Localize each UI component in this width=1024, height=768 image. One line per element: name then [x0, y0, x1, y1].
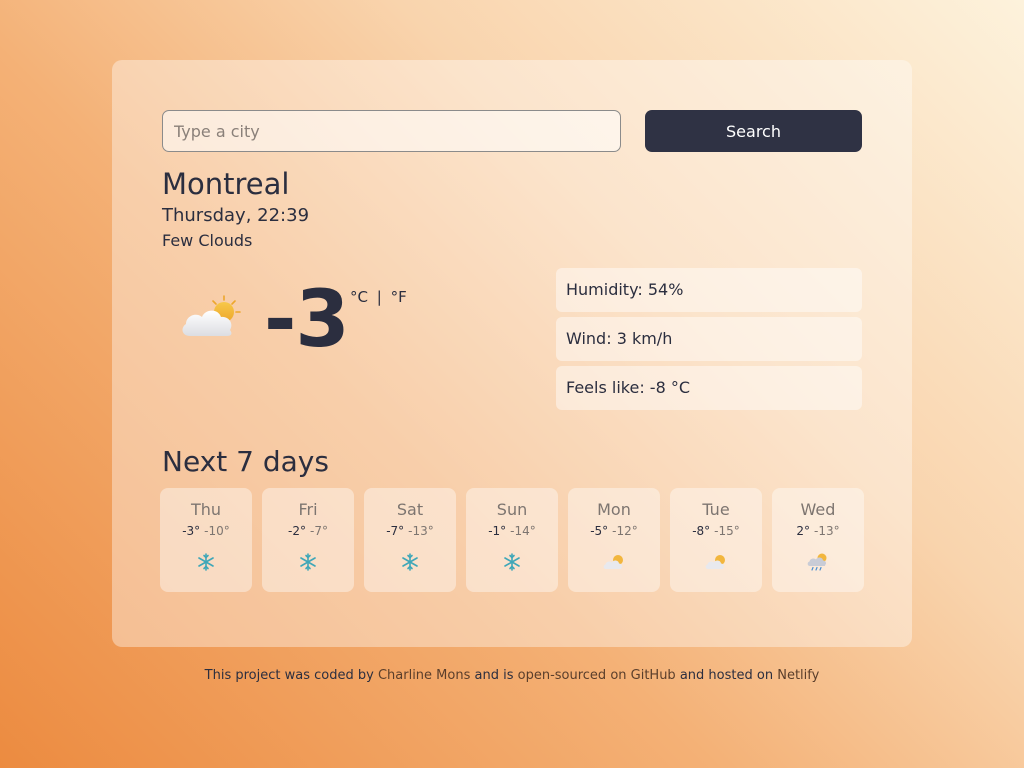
forecast-min-temp: -12° [612, 524, 638, 538]
forecast-max-temp: -1° [488, 524, 507, 538]
forecast-min-temp: -7° [310, 524, 328, 538]
forecast-day: Tue -8° -15° [670, 488, 762, 592]
forecast-day-temps: -7° -13° [364, 524, 456, 538]
fahrenheit-unit-link[interactable]: °F [391, 288, 407, 306]
forecast-day-name: Mon [597, 500, 631, 519]
forecast-title: Next 7 days [162, 445, 329, 478]
snowflake-icon [198, 553, 214, 571]
current-datetime: Thursday, 22:39 [162, 205, 310, 226]
forecast-day-temps: 2° -13° [772, 524, 864, 538]
forecast-day-name: Fri [298, 500, 318, 519]
current-temperature-value: -3 [264, 275, 350, 365]
forecast-day-name: Sat [396, 500, 424, 519]
forecast-day: Sat -7° -13° [364, 488, 456, 592]
humidity-stat: Humidity: 54% [556, 268, 862, 312]
forecast-min-temp: -15° [714, 524, 740, 538]
forecast-max-temp: -3° [182, 524, 201, 538]
forecast-day: Thu -3° -10° [160, 488, 252, 592]
forecast-max-temp: -7° [386, 524, 405, 538]
github-source-link[interactable]: open-sourced on GitHub [518, 668, 676, 683]
forecast-max-temp: 2° [796, 524, 811, 538]
city-search-input[interactable] [162, 110, 621, 152]
forecast-day: Fri -2° -7° [262, 488, 354, 592]
celsius-unit-link[interactable]: °C [350, 288, 368, 306]
footer-text: and hosted on [679, 668, 774, 683]
city-name: Montreal [162, 167, 290, 201]
unit-toggle: °C | °F [350, 288, 407, 306]
netlify-link[interactable]: Netlify [777, 668, 819, 683]
partly-cloudy-night-icon [182, 295, 241, 336]
forecast-day-temps: -1° -14° [466, 524, 558, 538]
weather-description: Few Clouds [162, 231, 253, 250]
forecast-day-name: Wed [800, 500, 836, 519]
forecast-day-name: Tue [702, 500, 730, 519]
forecast-list: Thu -3° -10° Fri -2° -7° Sat -7° -13° Su… [160, 488, 866, 592]
forecast-day-temps: -5° -12° [568, 524, 660, 538]
unit-separator: | [376, 288, 382, 306]
forecast-day-name: Thu [190, 500, 222, 519]
forecast-day: Mon -5° -12° [568, 488, 660, 592]
current-temperature-block: -3 °C | °F [180, 275, 480, 365]
forecast-min-temp: -14° [510, 524, 536, 538]
partly-cloudy-icon [705, 555, 725, 569]
weather-stats: Humidity: 54% Wind: 3 km/h Feels like: -… [556, 268, 862, 415]
author-link[interactable]: Charline Mons [378, 668, 470, 683]
forecast-day-temps: -8° -15° [670, 524, 762, 538]
footer-text: and is [474, 668, 514, 683]
footer-text: This project was coded by [204, 668, 374, 683]
partly-cloudy-icon [603, 555, 623, 569]
rain-sun-icon [807, 553, 827, 571]
feels-like-stat: Feels like: -8 °C [556, 366, 862, 410]
forecast-day-temps: -3° -10° [160, 524, 252, 538]
search-form: Search [162, 110, 862, 152]
forecast-max-temp: -5° [590, 524, 609, 538]
forecast-day-temps: -2° -7° [262, 524, 354, 538]
forecast-min-temp: -10° [204, 524, 230, 538]
forecast-day-name: Sun [496, 500, 528, 519]
snowflake-icon [402, 553, 418, 571]
search-button[interactable]: Search [645, 110, 862, 152]
forecast-max-temp: -8° [692, 524, 711, 538]
snowflake-icon [504, 553, 520, 571]
forecast-day: Sun -1° -14° [466, 488, 558, 592]
wind-stat: Wind: 3 km/h [556, 317, 862, 361]
weather-card: Search Montreal Thursday, 22:39 Few Clou… [112, 60, 912, 647]
footer: This project was coded by Charline Mons … [0, 668, 1024, 683]
forecast-max-temp: -2° [288, 524, 306, 538]
forecast-min-temp: -13° [814, 524, 840, 538]
forecast-day: Wed 2° -13° [772, 488, 864, 592]
forecast-min-temp: -13° [408, 524, 434, 538]
snowflake-icon [300, 553, 316, 571]
